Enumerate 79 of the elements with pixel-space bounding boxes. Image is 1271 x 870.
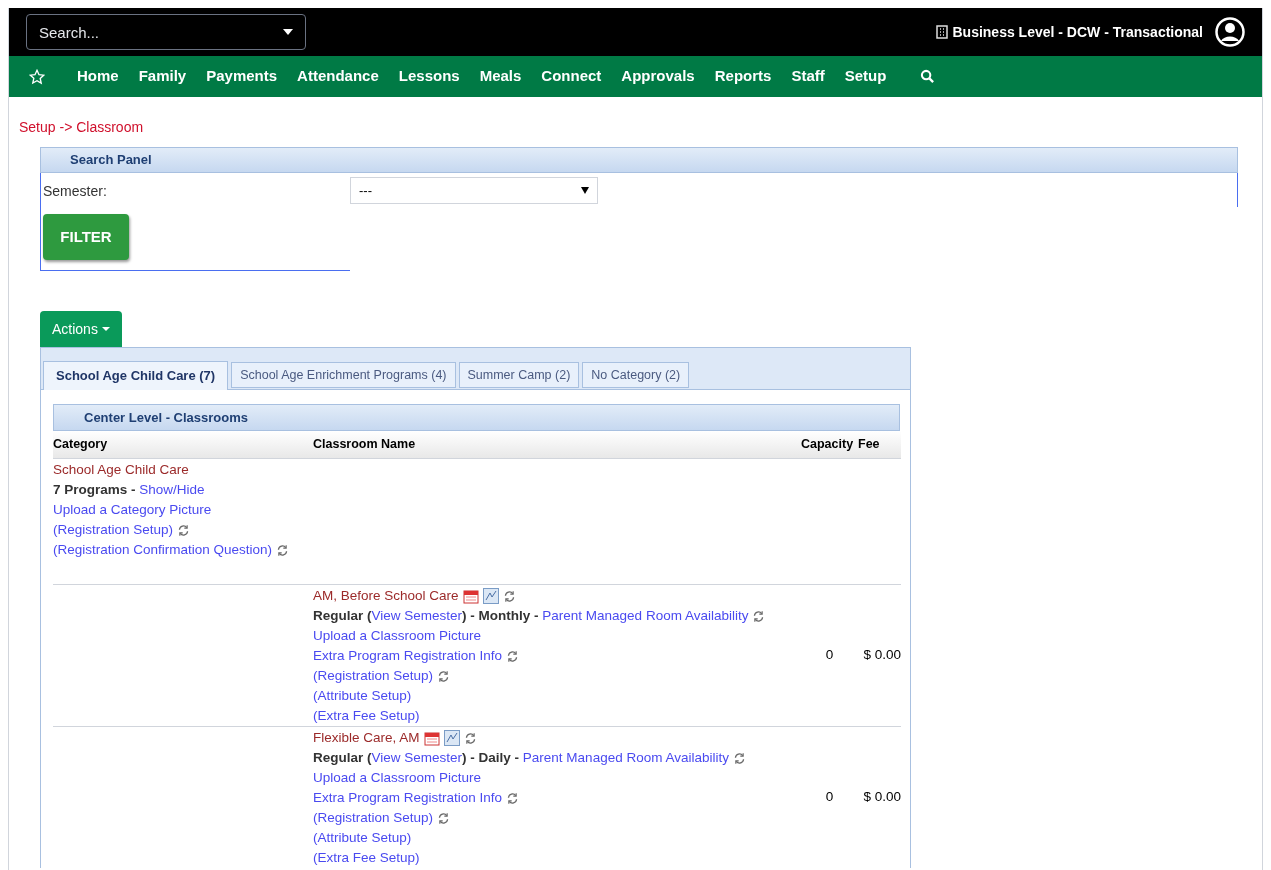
column-header: Capacity: [801, 436, 855, 454]
availability-link[interactable]: Parent Managed Room Availability: [542, 608, 749, 623]
link[interactable]: (Extra Fee Setup): [313, 708, 420, 723]
tab[interactable]: School Age Child Care (7): [43, 361, 229, 390]
link[interactable]: (Attribute Setup): [313, 688, 412, 703]
star-icon[interactable]: [29, 68, 45, 85]
nav-item[interactable]: Meals: [469, 65, 532, 88]
nav-item[interactable]: Lessons: [388, 65, 470, 88]
chart-icon[interactable]: [482, 588, 499, 605]
refresh-icon[interactable]: [752, 609, 766, 623]
building-icon: [936, 25, 949, 39]
filter-button[interactable]: FILTER: [43, 214, 129, 260]
link[interactable]: Upload a Classroom Picture: [313, 770, 482, 785]
link[interactable]: Extra Program Registration Info: [313, 790, 503, 805]
billing-text: ) - Monthly -: [462, 608, 539, 623]
panel-title: Search Panel: [70, 151, 152, 170]
category-name: School Age Child Care: [53, 461, 190, 479]
calendar-icon[interactable]: [423, 730, 440, 746]
caret-icon: [101, 327, 110, 331]
refresh-icon[interactable]: [506, 791, 520, 805]
tab[interactable]: No Category (2): [582, 362, 690, 388]
program-count: 7 Programs -: [53, 482, 136, 497]
billing-text: ) - Daily -: [462, 750, 520, 765]
program-type: Regular (: [313, 750, 372, 765]
capacity-value: 0: [825, 646, 834, 665]
refresh-icon[interactable]: [502, 589, 516, 603]
nav-item[interactable]: Approvals: [611, 65, 705, 88]
refresh-icon[interactable]: [437, 669, 451, 683]
nav-item[interactable]: Staff: [781, 65, 835, 88]
column-header: Classroom Name: [313, 436, 417, 454]
fee-value: $ 0.00: [863, 788, 901, 807]
classroom-name[interactable]: AM, Before School Care: [313, 588, 459, 603]
semester-label: Semester:: [43, 182, 108, 201]
fee-value: $ 0.00: [863, 646, 901, 665]
link[interactable]: (Registration Setup): [313, 668, 434, 683]
tab[interactable]: Summer Camp (2): [458, 362, 580, 388]
refresh-icon[interactable]: [276, 543, 290, 557]
semester-select[interactable]: ---: [350, 177, 598, 204]
nav-item[interactable]: Home: [67, 65, 129, 88]
link[interactable]: (Attribute Setup): [313, 830, 412, 845]
link[interactable]: (Registration Setup): [313, 810, 434, 825]
classroom-name[interactable]: Flexible Care, AM: [313, 730, 420, 745]
link[interactable]: Extra Program Registration Info: [313, 648, 503, 663]
availability-link[interactable]: Parent Managed Room Availability: [522, 750, 729, 765]
show-hide-link[interactable]: Show/Hide: [139, 482, 205, 497]
business-level-label[interactable]: Business Level - DCW - Transactional: [952, 21, 1203, 43]
link[interactable]: Upload a Category Picture: [53, 502, 212, 517]
caret-icon: [283, 29, 293, 35]
chart-icon[interactable]: [443, 730, 460, 747]
refresh-icon[interactable]: [177, 523, 191, 537]
nav-item[interactable]: Connect: [531, 65, 612, 88]
nav-item[interactable]: Attendance: [287, 65, 389, 88]
view-semester-link[interactable]: View Semester: [371, 608, 463, 623]
program-type: Regular (: [313, 608, 372, 623]
calendar-icon[interactable]: [462, 588, 479, 604]
nav-item[interactable]: Family: [128, 65, 197, 88]
user-icon[interactable]: [1215, 17, 1245, 47]
tab[interactable]: School Age Enrichment Programs (4): [231, 362, 456, 388]
view-semester-link[interactable]: View Semester: [371, 750, 463, 765]
search-field[interactable]: Search...: [26, 14, 306, 50]
refresh-icon[interactable]: [506, 649, 520, 663]
refresh-icon[interactable]: [463, 731, 477, 745]
refresh-icon[interactable]: [437, 811, 451, 825]
section-title: Center Level - Classrooms: [84, 408, 248, 427]
link[interactable]: (Extra Fee Setup): [313, 850, 420, 865]
refresh-icon[interactable]: [732, 751, 746, 765]
link[interactable]: Upload a Classroom Picture: [313, 628, 482, 643]
search-icon[interactable]: [920, 69, 936, 84]
caret-icon: [581, 187, 589, 194]
link[interactable]: (Registration Confirmation Question): [53, 542, 273, 557]
nav-item[interactable]: Setup: [834, 65, 897, 88]
capacity-value: 0: [825, 788, 834, 807]
column-header: Category: [53, 436, 109, 454]
link[interactable]: (Registration Setup): [53, 522, 174, 537]
actions-button[interactable]: Actions: [40, 311, 122, 347]
column-header: Fee: [858, 436, 881, 454]
nav-item[interactable]: Reports: [704, 65, 782, 88]
breadcrumb[interactable]: Setup -> Classroom: [19, 119, 144, 135]
nav-item[interactable]: Payments: [196, 65, 288, 88]
